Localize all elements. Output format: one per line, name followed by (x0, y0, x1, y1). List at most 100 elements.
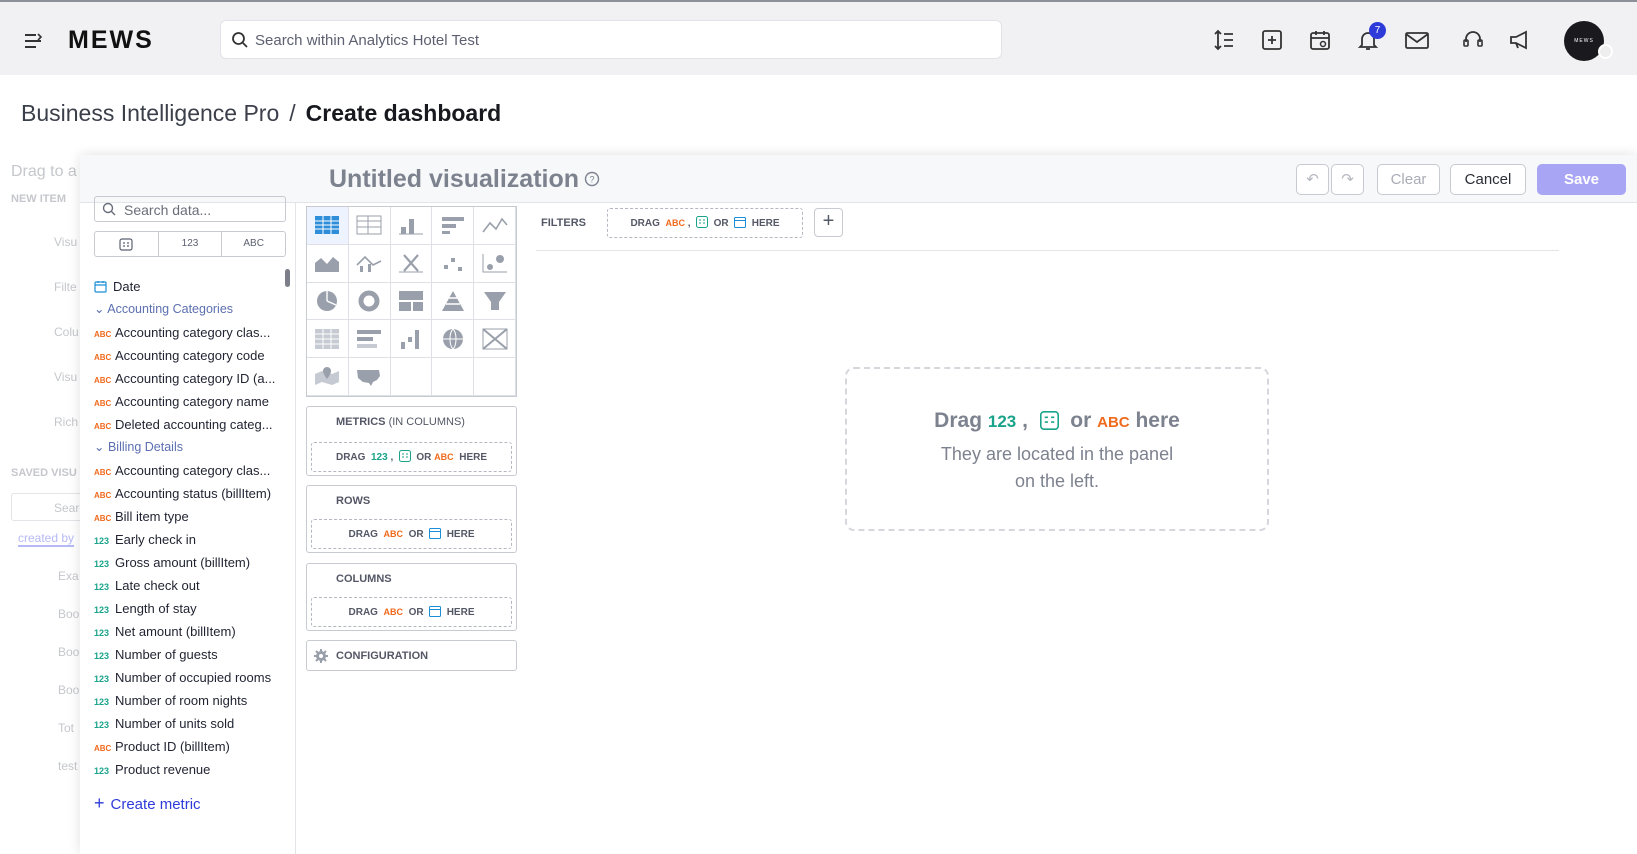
field-label: Accounting status (billItem) (115, 486, 272, 501)
calendar-view-icon[interactable] (1308, 28, 1332, 52)
ghost-item: Visu (54, 235, 78, 249)
columns-drop-zone[interactable]: DRAG ABC OR HERE (311, 597, 512, 627)
metrics-drop-zone[interactable]: DRAG 123 , OR ABC HERE (311, 442, 512, 472)
add-filter-button[interactable]: + (814, 208, 843, 237)
menu-toggle-icon[interactable] (22, 30, 44, 52)
data-search-input[interactable]: Search data... (94, 196, 286, 222)
plus-icon: + (94, 793, 105, 813)
chart-sankey-icon[interactable] (474, 320, 516, 359)
ghost-drag-text: Drag to a (11, 163, 77, 180)
chart-area-icon[interactable] (307, 244, 349, 283)
configuration-section[interactable]: CONFIGURATION (306, 640, 517, 671)
chart-column-icon[interactable] (390, 207, 433, 245)
background-sidebar: Drag to a NEW ITEM Visu Filte Colu Visu … (0, 155, 80, 854)
list-item[interactable]: ABC Bill item type (94, 505, 286, 528)
list-item[interactable]: 123 Number of occupied rooms (94, 666, 286, 689)
save-button[interactable]: Save (1537, 164, 1626, 195)
chart-geo-icon[interactable] (432, 320, 475, 359)
ghost-saved-label: SAVED VISU (11, 467, 77, 479)
list-item[interactable]: 123 Gross amount (billItem) (94, 551, 286, 574)
list-item[interactable]: 123 Early check in (94, 528, 286, 551)
mail-icon[interactable] (1404, 28, 1429, 52)
chart-bar-icon[interactable] (432, 207, 475, 245)
mews-logo[interactable]: MEWS (68, 26, 154, 55)
breadcrumb-parent-link[interactable]: Business Intelligence Pro (21, 100, 279, 126)
number-type-badge: 123 (94, 605, 110, 615)
chart-pie-icon[interactable] (307, 282, 349, 321)
data-search-placeholder: Search data... (124, 202, 212, 218)
category-accounting-categories[interactable]: ⌄ Accounting Categories (94, 298, 286, 321)
chart-combo-icon[interactable] (348, 244, 391, 283)
ghost-saved-item: Boo (58, 683, 80, 697)
field-label: Number of room nights (115, 693, 248, 708)
chart-bullet-icon[interactable] (348, 320, 391, 359)
data-panel: Search data... 123 ABC Date ⌄ Accounting… (80, 196, 296, 854)
ghost-new-item: NEW ITEM (11, 193, 66, 205)
number-type-badge: 123 (94, 766, 110, 776)
help-icon[interactable]: ? (584, 171, 600, 192)
chart-bubble-icon[interactable] (474, 244, 516, 283)
chart-heatmap-icon[interactable] (307, 320, 349, 359)
chart-treemap-icon[interactable] (390, 282, 433, 321)
chart-funnel-icon[interactable] (474, 282, 516, 321)
list-item[interactable]: ABC Deleted accounting categ... (94, 413, 286, 436)
chart-pyramid-icon[interactable] (432, 282, 475, 321)
list-item[interactable]: ABC Accounting category ID (a... (94, 367, 286, 390)
redo-button[interactable]: ↷ (1331, 164, 1364, 195)
text-type-badge: ABC (94, 353, 112, 362)
chart-region-map-icon[interactable] (348, 358, 391, 396)
chart-table-icon[interactable] (307, 207, 349, 245)
list-item[interactable]: ABC Accounting category name (94, 390, 286, 413)
support-headset-icon[interactable] (1461, 28, 1485, 52)
breadcrumb: Business Intelligence Pro / Create dashboa… (21, 100, 501, 127)
field-label: Accounting category name (115, 394, 269, 409)
add-square-icon[interactable] (1260, 28, 1284, 52)
rows-drop-zone[interactable]: DRAG ABC OR HERE (311, 519, 512, 549)
canvas-drop-zone[interactable]: Drag 123 , or ABC here They are located … (845, 367, 1269, 531)
undo-button[interactable]: ↶ (1296, 164, 1329, 195)
text-type-badge: ABC (94, 468, 112, 477)
list-item[interactable]: 123 Number of room nights (94, 689, 286, 712)
create-metric-button[interactable]: + Create metric (94, 793, 201, 814)
chart-scatter-icon[interactable] (432, 244, 475, 283)
field-list-scrollbar[interactable] (285, 269, 290, 287)
list-item[interactable]: ABC Accounting category clas... (94, 321, 286, 344)
attribute-icon (696, 216, 709, 228)
sort-height-icon[interactable] (1212, 28, 1236, 52)
chart-waterfall-icon[interactable] (390, 320, 433, 359)
ghost-saved-item: Exa (58, 569, 79, 583)
category-billing-details[interactable]: ⌄ Billing Details (94, 436, 286, 459)
list-item[interactable]: 123 Number of guests (94, 643, 286, 666)
list-item-date[interactable]: Date (94, 275, 286, 298)
list-item[interactable]: ABC Accounting category clas... (94, 459, 286, 482)
tab-attributes[interactable] (95, 232, 159, 256)
filters-drop-zone[interactable]: DRAG ABC , OR HERE (607, 208, 803, 238)
chart-pivot-table-icon[interactable] (348, 207, 391, 245)
list-item[interactable]: ABC Accounting category code (94, 344, 286, 367)
calendar-icon (429, 528, 442, 539)
empty-state-description: They are located in the panel on the lef… (940, 444, 1174, 491)
chart-scatter-x-icon[interactable] (390, 244, 433, 283)
list-item[interactable]: 123 Length of stay (94, 597, 286, 620)
clear-button[interactable]: Clear (1377, 164, 1440, 195)
configuration-label: CONFIGURATION (336, 650, 429, 662)
list-item[interactable]: 123 Number of units sold (94, 712, 286, 735)
visualization-title[interactable]: Untitled visualization (329, 165, 579, 194)
list-item[interactable]: ABC Product ID (billItem) (94, 735, 286, 758)
number-type-badge: 123 (94, 651, 110, 661)
cancel-button[interactable]: Cancel (1450, 164, 1526, 195)
chart-pin-map-icon[interactable] (307, 358, 349, 396)
editor-header: Untitled visualization ? ↶ ↷ Clear Cance… (80, 155, 1637, 203)
list-item[interactable]: 123 Net amount (billItem) (94, 620, 286, 643)
list-item[interactable]: 123 Product revenue (94, 758, 286, 781)
chart-donut-icon[interactable] (348, 282, 391, 321)
global-search-input[interactable]: Search within Analytics Hotel Test (220, 20, 1002, 59)
tab-text-fields[interactable]: ABC (222, 232, 285, 256)
number-type-badge: 123 (94, 536, 110, 546)
list-item[interactable]: 123 Late check out (94, 574, 286, 597)
megaphone-icon[interactable] (1508, 28, 1532, 52)
tab-metrics[interactable]: 123 (159, 232, 223, 256)
breadcrumb-separator: / (289, 100, 296, 126)
list-item[interactable]: ABC Accounting status (billItem) (94, 482, 286, 505)
chart-line-icon[interactable] (474, 207, 516, 245)
